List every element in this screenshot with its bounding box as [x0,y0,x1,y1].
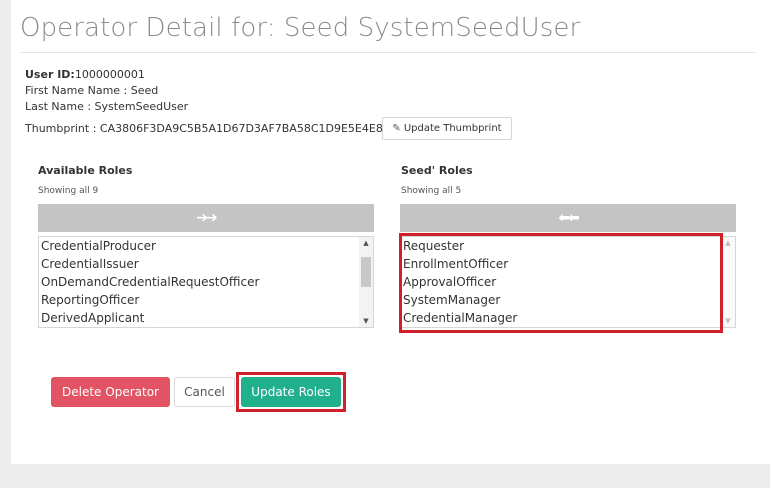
scroll-up-icon[interactable]: ▲ [721,237,735,249]
seed-roles-list[interactable]: Requester EnrollmentOfficer ApprovalOffice… [400,236,736,328]
update-thumbprint-label: Update Thumbprint [403,123,502,134]
list-item[interactable]: SystemManager [401,291,721,309]
available-roles-title: Available Roles [38,164,133,177]
move-right-button[interactable]: ➔➔ [38,204,374,232]
scroll-up-icon[interactable]: ▲ [359,237,373,249]
pencil-icon: ✎ [392,123,401,134]
first-name-line: First Name Name : Seed [25,84,159,97]
cancel-button[interactable]: Cancel [174,377,235,407]
list-item[interactable]: OnDemandCredentialRequestOfficer [39,273,359,291]
list-item[interactable]: ReportingOfficer [39,291,359,309]
seed-roles-title: Seed' Roles [401,164,473,177]
user-id-value: 1000000001 [74,68,145,81]
list-item[interactable]: Requester [401,237,721,255]
list-item[interactable]: ApprovalOfficer [401,273,721,291]
user-id-label: User ID: [25,68,75,81]
delete-operator-button[interactable]: Delete Operator [51,377,170,407]
list-item[interactable]: CredentialProducer [39,237,359,255]
double-arrow-right-icon: ➔➔ [196,210,218,226]
available-roles-scrollbar[interactable]: ▲ ▼ [359,237,373,327]
update-roles-button[interactable]: Update Roles [241,377,341,407]
list-item[interactable]: CredentialManager [401,309,721,327]
scroll-down-icon[interactable]: ▼ [721,315,735,327]
seed-roles-scrollbar[interactable]: ▲ ▼ [721,237,735,327]
seed-roles-items: Requester EnrollmentOfficer ApprovalOffice… [401,237,721,327]
user-id-line: User ID:1000000001 [25,68,145,81]
available-roles-count: Showing all 9 [38,186,99,196]
list-item[interactable]: EnrollmentOfficer [401,255,721,273]
double-arrow-left-icon: ⬅⬅ [558,210,580,226]
page-title: Operator Detail for: Seed SystemSeedUser [20,13,581,43]
available-roles-list[interactable]: CredentialProducer CredentialIssuer OnDema… [38,236,374,328]
seed-roles-count: Showing all 5 [401,186,462,196]
list-item[interactable]: DerivedApplicant [39,309,359,327]
update-thumbprint-button[interactable]: ✎ Update Thumbprint [382,117,512,140]
thumbprint-line: Thumbprint : CA3806F3DA9C5B5A1D67D3AF7BA… [25,122,390,135]
title-divider [20,52,756,53]
last-name-line: Last Name : SystemSeedUser [25,100,189,113]
move-left-button[interactable]: ⬅⬅ [400,204,736,232]
available-roles-items: CredentialProducer CredentialIssuer OnDema… [39,237,359,327]
scroll-thumb[interactable] [361,257,371,287]
list-item[interactable]: CredentialIssuer [39,255,359,273]
scroll-down-icon[interactable]: ▼ [359,315,373,327]
